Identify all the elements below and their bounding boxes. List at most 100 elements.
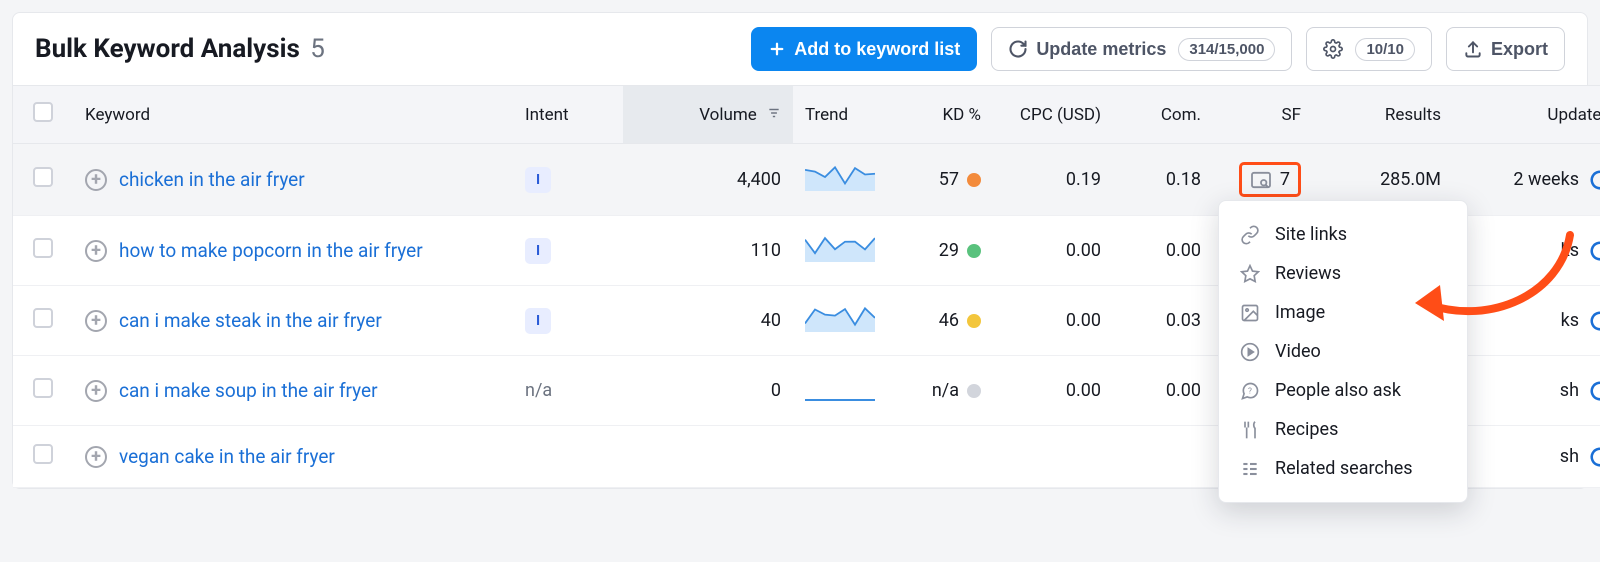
refresh-row-icon[interactable]: [1589, 310, 1600, 332]
popover-item[interactable]: Site links: [1219, 215, 1467, 254]
col-kd[interactable]: KD %: [893, 86, 993, 144]
trend-cell: [793, 356, 893, 426]
row-checkbox[interactable]: [33, 444, 53, 464]
popover-item[interactable]: Related searches: [1219, 449, 1467, 488]
add-button-label: Add to keyword list: [794, 39, 960, 60]
intent-badge[interactable]: I: [525, 238, 551, 264]
title-count: 5: [310, 34, 325, 64]
page-title: Bulk Keyword Analysis 5: [35, 34, 325, 64]
cpc-cell: 0.19: [993, 144, 1113, 216]
keyword-link[interactable]: chicken in the air fryer: [119, 168, 305, 191]
settings-button[interactable]: 10/10: [1306, 27, 1432, 71]
col-keyword[interactable]: Keyword: [73, 86, 513, 144]
update-metrics-button[interactable]: Update metrics 314/15,000: [991, 27, 1292, 71]
select-all-checkbox[interactable]: [33, 102, 53, 122]
trend-cell: [793, 216, 893, 286]
col-updated[interactable]: Updated: [1453, 86, 1600, 144]
keyword-link[interactable]: how to make popcorn in the air fryer: [119, 239, 423, 262]
popover-item-label: Image: [1275, 302, 1325, 323]
expand-icon[interactable]: +: [85, 446, 107, 468]
refresh-icon: [1008, 39, 1028, 59]
com-cell: 0.00: [1113, 216, 1213, 286]
refresh-row-icon[interactable]: [1589, 446, 1600, 468]
serp-feature-icon: [1250, 171, 1272, 189]
expand-icon[interactable]: +: [85, 240, 107, 262]
expand-icon[interactable]: +: [85, 169, 107, 191]
com-cell: [1113, 426, 1213, 488]
add-to-keyword-list-button[interactable]: Add to keyword list: [751, 27, 977, 71]
lines-icon: [1239, 459, 1261, 479]
popover-item[interactable]: ? People also ask: [1219, 371, 1467, 410]
col-volume[interactable]: Volume: [623, 86, 793, 144]
col-sf[interactable]: SF: [1213, 86, 1313, 144]
export-button-label: Export: [1491, 39, 1548, 60]
export-button[interactable]: Export: [1446, 27, 1565, 71]
volume-cell: 0: [623, 356, 793, 426]
col-intent[interactable]: Intent: [513, 86, 623, 144]
update-button-label: Update metrics: [1036, 39, 1166, 60]
popover-item[interactable]: Recipes: [1219, 410, 1467, 449]
col-check[interactable]: [13, 86, 73, 144]
star-icon: [1239, 264, 1261, 284]
keyword-link[interactable]: can i make soup in the air fryer: [119, 379, 378, 402]
popover-item[interactable]: Image: [1219, 293, 1467, 332]
kd-cell: 29: [939, 240, 981, 261]
kd-cell: 46: [939, 310, 981, 331]
expand-icon[interactable]: +: [85, 380, 107, 402]
updated-cell: ks: [1561, 240, 1600, 262]
volume-cell: [623, 426, 793, 488]
table-header-row: Keyword Intent Volume Trend KD % CPC (US…: [13, 86, 1600, 144]
kd-dot-icon: [967, 314, 981, 328]
image-icon: [1239, 303, 1261, 323]
popover-item-label: Reviews: [1275, 263, 1341, 284]
fork-icon: [1239, 420, 1261, 440]
cpc-cell: 0.00: [993, 216, 1113, 286]
title-text: Bulk Keyword Analysis: [35, 34, 300, 64]
volume-cell: 110: [623, 216, 793, 286]
updated-cell: 2 weeks: [1513, 169, 1600, 191]
question-icon: ?: [1239, 381, 1261, 401]
updated-cell: ks: [1561, 310, 1600, 332]
sf-cell-highlighted[interactable]: 7: [1239, 162, 1301, 197]
updated-cell: sh: [1560, 380, 1600, 402]
plus-icon: [768, 40, 786, 58]
sort-desc-icon: [767, 106, 781, 120]
row-checkbox[interactable]: [33, 238, 53, 258]
row-checkbox[interactable]: [33, 378, 53, 398]
refresh-row-icon[interactable]: [1589, 169, 1600, 191]
cpc-cell: [993, 426, 1113, 488]
col-com[interactable]: Com.: [1113, 86, 1213, 144]
row-checkbox[interactable]: [33, 167, 53, 187]
com-cell: 0.00: [1113, 356, 1213, 426]
popover-item-label: Video: [1275, 341, 1321, 362]
popover-item-label: Related searches: [1275, 458, 1413, 479]
panel-header: Bulk Keyword Analysis 5 Add to keyword l…: [13, 13, 1587, 85]
serp-features-popover: Site links Reviews Image Video? People also …: [1218, 200, 1468, 503]
kd-dot-icon: [967, 384, 981, 398]
com-cell: 0.18: [1113, 144, 1213, 216]
popover-item-label: Recipes: [1275, 419, 1338, 440]
refresh-row-icon[interactable]: [1589, 380, 1600, 402]
col-results[interactable]: Results: [1313, 86, 1453, 144]
popover-item[interactable]: Video: [1219, 332, 1467, 371]
kd-cell: 57: [939, 169, 981, 190]
play-icon: [1239, 342, 1261, 362]
popover-item[interactable]: Reviews: [1219, 254, 1467, 293]
gear-icon: [1323, 39, 1343, 59]
intent-badge[interactable]: I: [525, 308, 551, 334]
col-trend[interactable]: Trend: [793, 86, 893, 144]
popover-item-label: Site links: [1275, 224, 1347, 245]
svg-text:?: ?: [1248, 386, 1252, 396]
col-cpc[interactable]: CPC (USD): [993, 86, 1113, 144]
expand-icon[interactable]: +: [85, 310, 107, 332]
cpc-cell: 0.00: [993, 286, 1113, 356]
refresh-row-icon[interactable]: [1589, 240, 1600, 262]
row-checkbox[interactable]: [33, 308, 53, 328]
keyword-link[interactable]: can i make steak in the air fryer: [119, 309, 382, 332]
intent-badge[interactable]: I: [525, 167, 551, 193]
keyword-link[interactable]: vegan cake in the air fryer: [119, 445, 335, 468]
kd-dot-icon: [967, 173, 981, 187]
link-icon: [1239, 225, 1261, 245]
popover-item-label: People also ask: [1275, 380, 1401, 401]
upload-icon: [1463, 39, 1483, 59]
